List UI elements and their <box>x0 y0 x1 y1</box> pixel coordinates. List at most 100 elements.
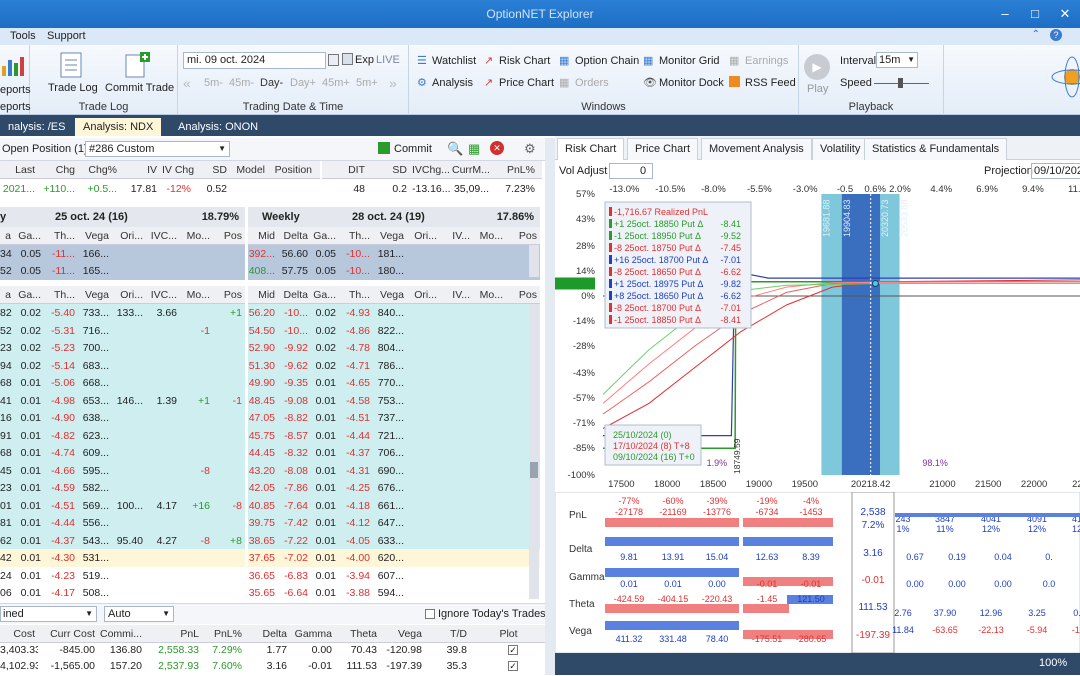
chain-row[interactable]: 34 0.05 -11... 166... <box>0 245 245 263</box>
summary-header-cell[interactable]: Plot <box>480 625 540 643</box>
chain-row[interactable]: 48.45 -9.08 0.01 -4.58 753... <box>248 391 540 410</box>
legend-entry[interactable]: -1 25oct. 18950 Put Δ <box>614 231 701 241</box>
quote-header-cell[interactable]: Chg% <box>80 161 120 179</box>
column-header[interactable]: Ga... <box>311 227 339 245</box>
position-select[interactable]: #286 Custom ▼ <box>85 141 230 157</box>
legend-entry[interactable]: -1 25oct. 18850 Put Δ <box>614 315 701 325</box>
step-forward-icon[interactable]: » <box>389 75 397 91</box>
legend-entry[interactable]: +16 25oct. 18700 Put Δ <box>614 255 708 265</box>
column-header[interactable]: Mo... <box>473 227 506 245</box>
chain-row[interactable]: 49.90 -9.35 0.01 -4.65 770... <box>248 374 540 392</box>
analysis-button[interactable]: Analysis <box>432 77 473 89</box>
chain-row[interactable]: 23 0.02 -5.23 700... <box>0 339 245 357</box>
column-header[interactable]: Ga... <box>14 286 44 304</box>
column-header[interactable]: Delta <box>278 286 311 304</box>
chain-row[interactable]: 36.65 -6.83 0.01 -3.94 607... <box>248 566 540 585</box>
column-header[interactable]: Mo... <box>180 286 213 304</box>
summary-header-cell[interactable]: T/D <box>430 625 470 643</box>
column-header[interactable]: Ori... <box>112 227 146 245</box>
position-header-cell[interactable]: SD <box>370 161 410 179</box>
menu-support[interactable]: Support <box>47 30 86 42</box>
expiry-date[interactable]: 25 oct. 24 (16) <box>55 211 128 223</box>
column-header[interactable]: Ori... <box>407 286 440 304</box>
chain-row[interactable]: 81 0.01 -4.44 556... <box>0 514 245 532</box>
quote-header-cell[interactable]: IV <box>122 161 160 179</box>
column-header[interactable]: Ori... <box>407 227 440 245</box>
chain-row[interactable]: 68 0.01 -4.74 609... <box>0 444 245 462</box>
position-header-cell[interactable]: DIT <box>322 161 368 179</box>
legend-entry[interactable]: +8 25oct. 18650 Put Δ <box>614 291 703 301</box>
column-header[interactable]: Delta <box>278 227 311 245</box>
option-chain-button[interactable]: Option Chain <box>575 55 639 67</box>
column-header[interactable]: Mo... <box>180 227 213 245</box>
step-45m-back[interactable]: 45m- <box>229 77 254 89</box>
zoom-icon[interactable]: 🔍 <box>447 141 463 157</box>
chain-row[interactable]: 40.85 -7.64 0.01 -4.18 661... <box>248 496 540 515</box>
step-day-fwd[interactable]: Day+ <box>290 77 316 89</box>
column-header[interactable]: Th... <box>339 286 373 304</box>
position-header-cell[interactable]: IVChg... <box>412 161 450 179</box>
expand-ribbon-icon[interactable]: ⌃ <box>1032 29 1040 40</box>
chain-row[interactable]: 42.05 -7.86 0.01 -4.25 676... <box>248 479 540 497</box>
date-input[interactable]: mi. 09 oct. 2024 <box>183 52 326 69</box>
date-legend-entry[interactable]: 25/10/2024 (0) <box>613 430 672 440</box>
chain-row[interactable]: 16 0.01 -4.90 638... <box>0 409 245 427</box>
quote-header-cell[interactable]: Last <box>0 161 38 179</box>
step-5m-back[interactable]: 5m- <box>204 77 223 89</box>
step-day-back[interactable]: Day- <box>260 77 283 89</box>
chain-row[interactable]: 52 0.02 -5.31 716... -1 <box>0 321 245 340</box>
projection-date-input[interactable]: 09/10/202 <box>1031 163 1080 179</box>
rss-feed-button[interactable]: RSS Feed <box>745 77 796 89</box>
chain-row[interactable]: 52 0.05 -11... 165... <box>0 262 245 280</box>
exp-label[interactable]: Exp <box>355 54 374 66</box>
date-legend-entry[interactable]: 09/10/2024 (16) T+0 <box>613 452 695 462</box>
reports-icon[interactable] <box>0 54 24 78</box>
speed-slider-thumb[interactable] <box>898 78 903 88</box>
quote-header-cell[interactable]: Position <box>270 161 315 179</box>
chain-row[interactable]: 45 0.01 -4.66 595... -8 <box>0 461 245 480</box>
column-header[interactable]: Pos <box>213 286 245 304</box>
splitter[interactable] <box>545 138 555 675</box>
tab-analysis-es[interactable]: nalysis: /ES <box>0 118 73 136</box>
chain-row[interactable]: 35.65 -6.64 0.01 -3.88 594... <box>248 584 540 602</box>
help-icon[interactable]: ? <box>1050 29 1062 41</box>
quote-header-cell[interactable]: Chg <box>40 161 78 179</box>
chain-row[interactable]: 68 0.01 -5.06 668... <box>0 374 245 392</box>
chain-row[interactable]: 51.30 -9.62 0.02 -4.71 786... <box>248 356 540 375</box>
commit-trade-button[interactable]: Commit Trade <box>105 82 174 94</box>
tab-movement-analysis[interactable]: Movement Analysis <box>701 138 812 160</box>
chain-row[interactable]: 37.65 -7.02 0.01 -4.00 620... <box>248 549 540 567</box>
price-chart-button[interactable]: Price Chart <box>499 77 554 89</box>
play-label[interactable]: Play <box>807 83 828 95</box>
quote-header-cell[interactable]: Model <box>232 161 268 179</box>
column-header[interactable]: Th... <box>44 227 78 245</box>
summary-header-cell[interactable]: Cost <box>0 625 38 643</box>
tab-price-chart[interactable]: Price Chart <box>627 138 699 160</box>
column-header[interactable]: Vega <box>373 286 407 304</box>
chain-row[interactable]: 42 0.01 -4.30 531... <box>0 549 245 567</box>
combined-select[interactable]: ined ▼ <box>0 606 97 622</box>
vol-adjust-input[interactable]: 0 <box>609 163 653 179</box>
tab-analysis-ndx[interactable]: Analysis: NDX <box>75 118 162 136</box>
tab-analysis-onon[interactable]: Analysis: ONON <box>170 118 266 136</box>
risk-chart[interactable]: -13.0% -10.5% -8.0% -5.5% -3.0% -0.5 0.6% 2.0% 4… <box>555 182 1080 492</box>
column-header[interactable]: Mid <box>248 227 278 245</box>
summary-header-cell[interactable]: Theta <box>335 625 380 643</box>
column-header[interactable]: Pos <box>506 227 540 245</box>
date-legend-entry[interactable]: 17/10/2024 (8) T+8 <box>613 441 690 451</box>
live-button[interactable]: LIVE <box>376 54 400 66</box>
column-header[interactable]: a <box>0 286 14 304</box>
auto-select[interactable]: Auto ▼ <box>104 606 174 622</box>
trade-log-icon[interactable] <box>60 52 82 78</box>
chain-scrollbar-thumb[interactable] <box>530 462 538 478</box>
chain-row[interactable]: 45.75 -8.57 0.01 -4.44 721... <box>248 426 540 445</box>
settings-gear-icon[interactable]: ⚙ <box>524 141 536 157</box>
column-header[interactable]: Ori... <box>112 286 146 304</box>
chain-row[interactable]: 408... 57.75 0.05 -10... 180... <box>248 262 540 280</box>
legend-entry[interactable]: -8 25oct. 18700 Put Δ <box>614 303 701 313</box>
chain-row[interactable]: 44.45 -8.32 0.01 -4.37 706... <box>248 444 540 462</box>
quote-header-cell[interactable]: IV Chg <box>162 161 194 179</box>
step-5m-fwd[interactable]: 5m+ <box>356 77 378 89</box>
chain-row[interactable]: 62 0.01 -4.37 543... 95.40 4.27 -8 +8 <box>0 531 245 550</box>
maximize-icon[interactable]: □ <box>1020 0 1050 28</box>
